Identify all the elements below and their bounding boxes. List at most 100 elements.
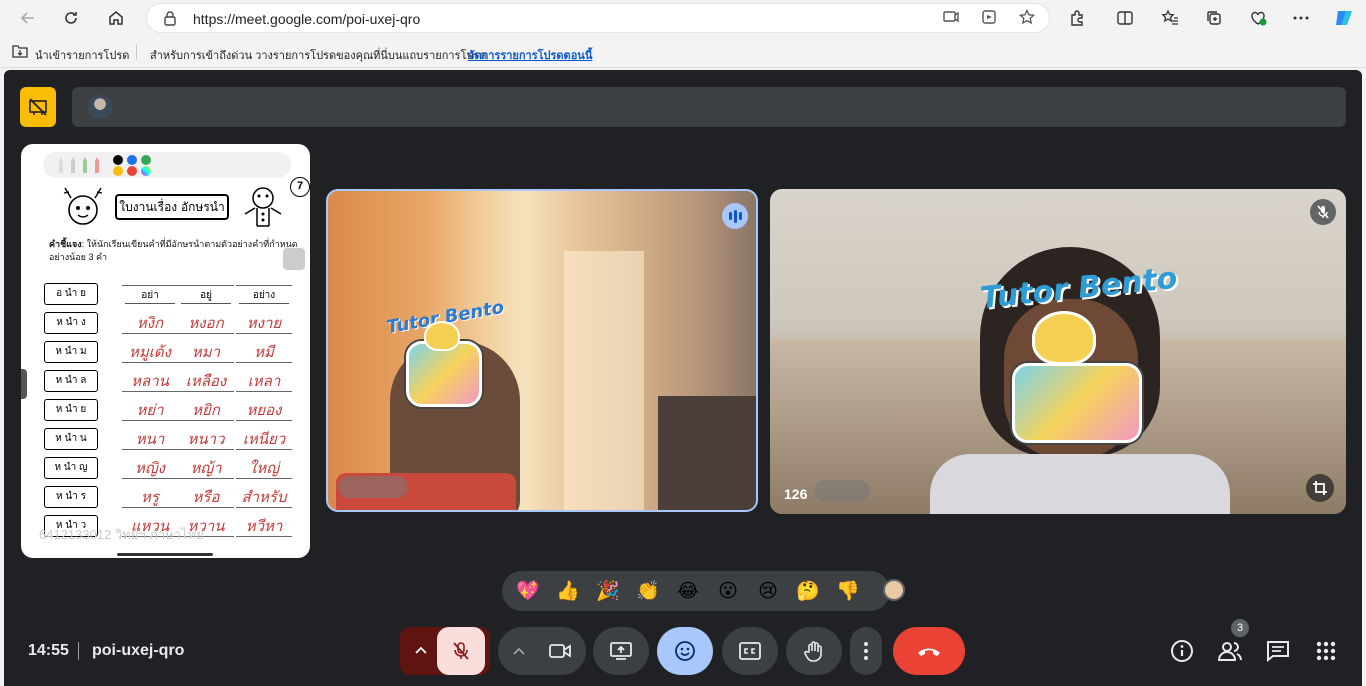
browser-essentials-icon[interactable] (1245, 6, 1271, 30)
column-header: อย่า (125, 288, 175, 304)
browser-toolbar: https://meet.google.com/poi-uxej-qro (0, 0, 1366, 36)
reaction-clap[interactable]: 👏 (628, 575, 668, 607)
more-icon[interactable] (1288, 6, 1314, 30)
import-favorites-icon[interactable] (12, 44, 28, 61)
present-screen-icon (610, 642, 632, 660)
worksheet-answer: หยอง (236, 401, 292, 421)
manage-favorites-link[interactable]: จัดการรายการโปรดตอนนี้ (468, 46, 592, 64)
meeting-info-banner-button[interactable] (20, 87, 56, 127)
address-bar[interactable]: https://meet.google.com/poi-uxej-qro (146, 3, 1050, 33)
reaction-laugh[interactable]: 😂 (668, 575, 708, 607)
worksheet-row-label: ห นำ ง (44, 312, 98, 334)
url-text[interactable]: https://meet.google.com/poi-uxej-qro (193, 11, 420, 27)
blurred-name (814, 480, 870, 502)
lock-icon[interactable] (163, 10, 177, 26)
chat-icon (1267, 641, 1289, 662)
screen-cast-icon[interactable] (943, 9, 959, 29)
camera-control-group (498, 627, 586, 675)
color-red (127, 166, 137, 176)
skin-tone-selector[interactable] (883, 579, 905, 601)
mic-toggle-button[interactable] (437, 627, 485, 675)
worksheet-row-label: ห นำ ร (44, 486, 98, 508)
meeting-details-button[interactable] (1169, 639, 1195, 663)
worksheet-instruction: คำชี้แจง: ให้นักเรียนเขียนคำที่มีอักษรนำ… (49, 238, 305, 264)
worksheet-row-label: ห นำ ล (44, 370, 98, 392)
worksheet-answer: หงอก (178, 314, 234, 334)
call-end-icon (918, 648, 940, 656)
worksheet-footer: 6412133012 วิทย์ฯ ภาษาไทย (39, 527, 204, 542)
people-button[interactable] (1217, 639, 1243, 663)
back-icon[interactable] (14, 5, 42, 31)
present-screen-button[interactable] (593, 627, 649, 675)
apps-grid-icon (1316, 641, 1336, 661)
worksheet-answer: หนาว (178, 430, 234, 450)
floating-tool-button[interactable] (283, 248, 305, 270)
more-options-button[interactable] (850, 627, 882, 675)
reaction-sad[interactable]: 😢 (748, 575, 788, 607)
worksheet-answer: หงาย (236, 314, 292, 334)
worksheet-row-label: ห นำ ม (44, 341, 98, 363)
presentation-off-icon (29, 98, 47, 116)
reading-view-icon[interactable] (981, 9, 997, 29)
divider (78, 642, 79, 660)
drawing-toolbar (43, 152, 291, 178)
reaction-thinking[interactable]: 🤔 (788, 575, 828, 607)
worksheet-answer: เหนียว (236, 430, 292, 450)
reaction-heart[interactable]: 💖 (508, 575, 548, 607)
copilot-icon[interactable] (1331, 6, 1357, 30)
home-icon[interactable] (102, 5, 130, 31)
camera-toggle-button[interactable] (538, 639, 582, 663)
reaction-thumbs-up[interactable]: 👍 (548, 575, 588, 607)
reactions-button[interactable] (657, 627, 713, 675)
screen-share-tile[interactable]: 7 ใบงานเรื่อง อักษรนำ คำชี้แจง: ให้นักเร… (21, 144, 310, 558)
video-camera-icon (549, 644, 571, 658)
worksheet-answer (122, 285, 178, 286)
leave-call-button[interactable] (893, 627, 965, 675)
pen-tools-icon (59, 157, 99, 173)
scroll-handle[interactable] (117, 553, 213, 556)
more-vert-icon (864, 642, 868, 660)
extensions-icon[interactable] (1064, 6, 1090, 30)
crop-icon[interactable] (1306, 474, 1334, 502)
chat-button[interactable] (1265, 639, 1291, 663)
collections-icon[interactable] (1201, 6, 1227, 30)
presenter-bar (72, 87, 1346, 127)
favorites-bar: นำเข้ารายการโปรด สำหรับการเข้าถึงด่วน วา… (0, 36, 1366, 68)
mic-options-button[interactable] (410, 639, 432, 661)
color-yellow (113, 166, 123, 176)
star-icon[interactable] (1018, 8, 1036, 29)
favorites-hint: สำหรับการเข้าถึงด่วน วางรายการโปรดของคุณ… (150, 50, 487, 62)
participant-tile[interactable]: Tutor Bento 126 (770, 189, 1346, 514)
hand-icon (804, 641, 822, 662)
side-panel-handle[interactable] (21, 369, 27, 399)
import-favorites-button[interactable]: นำเข้ารายการโปรด (35, 46, 129, 64)
worksheet-answer: หงิก (122, 314, 178, 334)
worksheet-answer: หรู (122, 488, 178, 508)
closed-captions-icon (739, 642, 761, 660)
reaction-surprised[interactable]: 😮 (708, 575, 748, 607)
speaking-indicator (722, 203, 748, 229)
column-header: อยู่ (181, 288, 231, 304)
meeting-time: 14:55 (28, 642, 69, 659)
worksheet-answer: หลาน (122, 372, 178, 392)
activities-button[interactable] (1313, 639, 1339, 663)
reaction-thumbs-down[interactable]: 👎 (828, 575, 868, 607)
participant-tile[interactable]: Tutor Bento (326, 189, 758, 512)
captions-button[interactable] (722, 627, 778, 675)
worksheet-answer: หวีหา (236, 517, 292, 537)
sticker-bento (1012, 363, 1142, 443)
meeting-code: poi-uxej-qro (92, 642, 185, 659)
participant-count-badge: 3 (1231, 619, 1249, 637)
chevron-up-icon (513, 647, 525, 655)
favorites-icon[interactable] (1157, 6, 1183, 30)
refresh-icon[interactable] (57, 5, 85, 31)
worksheet-answer: เหลา (236, 372, 292, 392)
blurred-name (338, 476, 408, 498)
color-picker (141, 166, 151, 176)
raise-hand-button[interactable] (786, 627, 842, 675)
worksheet-answer: หมา (178, 343, 234, 363)
reaction-party[interactable]: 🎉 (588, 575, 628, 607)
camera-options-button[interactable] (508, 640, 530, 662)
cartoon-reindeer-icon (63, 187, 103, 225)
split-screen-icon[interactable] (1112, 6, 1138, 30)
